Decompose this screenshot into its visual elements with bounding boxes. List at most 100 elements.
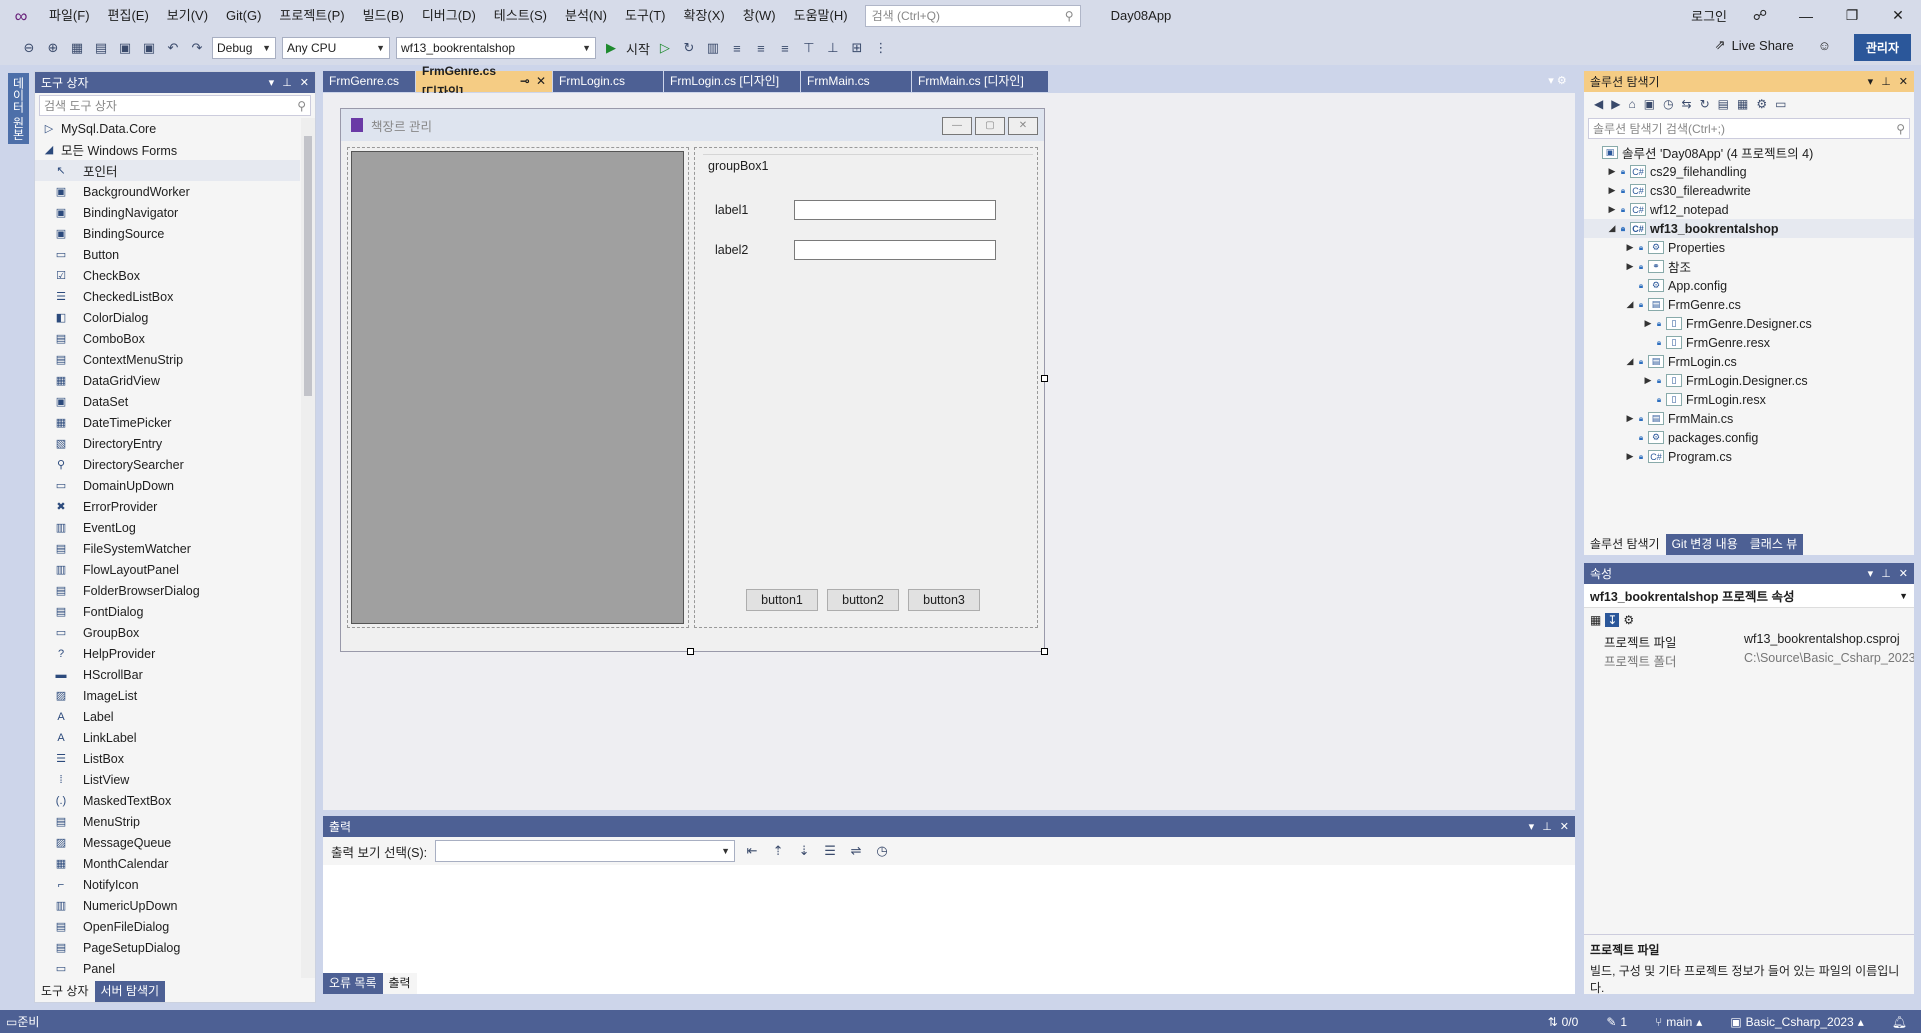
dropdown-icon[interactable]: ▾ (269, 76, 275, 89)
search-box[interactable]: 검색 (Ctrl+Q) ⚲ (864, 4, 1081, 27)
menu-item[interactable]: 파일(F) (40, 0, 99, 31)
restore-button[interactable]: ❐ (1829, 7, 1875, 24)
document-tab[interactable]: FrmMain.cs [디자인] (912, 71, 1048, 92)
startup-project-select[interactable]: wf13_bookrentalshop ▼ (396, 37, 596, 59)
dropdown-icon[interactable]: ▾ (1868, 75, 1874, 88)
solution-node[interactable]: ▶ 🔒︎ ⚙ Properties (1584, 238, 1914, 257)
expand-arrow-icon[interactable]: ▶ (1606, 185, 1618, 196)
toolbox-item[interactable]: ◧ ColorDialog (35, 307, 300, 328)
toolbox-item[interactable]: ▣ BackgroundWorker (35, 181, 300, 202)
button2[interactable]: button2 (827, 589, 899, 611)
menu-item[interactable]: 분석(N) (556, 0, 616, 31)
solution-node[interactable]: 🔒︎ ▯ FrmLogin.resx (1584, 390, 1914, 409)
properties-icon[interactable]: ⚙ (1756, 97, 1767, 111)
align-top-icon[interactable]: ⊤ (800, 39, 818, 57)
textbox2[interactable] (794, 240, 996, 260)
live-share-button[interactable]: ⇗ Live Share ☺ (1715, 37, 1831, 53)
solution-node[interactable]: ▶ 🔒︎ C# cs29_filehandling (1584, 162, 1914, 181)
tab-solution-bottom[interactable]: 클래스 뷰 (1744, 534, 1804, 555)
new-project-icon[interactable]: ▦ (68, 39, 86, 57)
toolbox-item[interactable]: ⚲ DirectorySearcher (35, 454, 300, 475)
sync-icon[interactable]: ⇆ (1682, 97, 1692, 111)
toolbox-item[interactable]: ▥ FlowLayoutPanel (35, 559, 300, 580)
toolbox-item[interactable]: ☰ ListBox (35, 748, 300, 769)
tab-solution-bottom[interactable]: Git 변경 내용 (1666, 534, 1744, 555)
expand-arrow-icon[interactable]: ▶ (1606, 204, 1618, 215)
expand-arrow-icon[interactable]: ▶ (1642, 375, 1654, 386)
expand-arrow-icon[interactable]: ▶ (1624, 451, 1636, 462)
dropdown-icon[interactable]: ▾ (1868, 567, 1874, 580)
forward-icon[interactable]: ⊕ (44, 39, 62, 57)
expand-arrow-icon[interactable]: ◢ (1606, 223, 1618, 234)
expand-arrow-icon[interactable]: ▶ (1606, 166, 1618, 177)
refresh-icon[interactable]: ↻ (1700, 97, 1710, 111)
expand-arrow-icon[interactable]: ◢ (1624, 356, 1636, 367)
collapse-all-icon[interactable]: ▤ (1718, 97, 1729, 111)
categorized-icon[interactable]: ▦ (1590, 613, 1601, 627)
resize-handle-corner[interactable] (1041, 648, 1048, 655)
next-message-icon[interactable]: ⇣ (795, 842, 813, 860)
align-center-icon[interactable]: ≡ (752, 39, 770, 57)
solution-node[interactable]: ◢ 🔒︎ ▤ FrmGenre.cs (1584, 295, 1914, 314)
document-tab[interactable]: FrmLogin.cs (553, 71, 663, 92)
spacing-icon[interactable]: ⋮ (872, 39, 890, 57)
toolbox-group[interactable]: ▷ MySql.Data.Core (35, 118, 300, 139)
start-button-label[interactable]: 시작 (626, 39, 650, 58)
menu-item[interactable]: 보기(V) (158, 0, 217, 31)
document-tab[interactable]: FrmMain.cs (801, 71, 911, 92)
expand-arrow-icon[interactable]: ▶ (1624, 413, 1636, 424)
size-icon[interactable]: ⊞ (848, 39, 866, 57)
property-pages-icon[interactable]: ⚙ (1623, 613, 1634, 627)
account-icon[interactable]: ☍ (1737, 7, 1783, 24)
toolbox-scrollbar[interactable] (301, 118, 315, 978)
solution-node[interactable]: ▶ 🔒︎ ▯ FrmLogin.Designer.cs (1584, 371, 1914, 390)
toolbox-item[interactable]: ▤ ContextMenuStrip (35, 349, 300, 370)
toolbox-item[interactable]: ▣ DataSet (35, 391, 300, 412)
solution-search[interactable]: 솔루션 탐색기 검색(Ctrl+;) ⚲ (1588, 118, 1910, 139)
toolbox-item[interactable]: ? HelpProvider (35, 643, 300, 664)
menu-item[interactable]: 확장(X) (675, 0, 734, 31)
toolbox-item[interactable]: ⁞ ListView (35, 769, 300, 790)
toolbox-item[interactable]: ▤ FolderBrowserDialog (35, 580, 300, 601)
toolbox-item[interactable]: ▥ EventLog (35, 517, 300, 538)
preview-icon[interactable]: ▭ (1775, 97, 1786, 111)
platform-select[interactable]: Any CPU ▼ (282, 37, 390, 59)
hot-reload-icon[interactable]: ↻ (680, 39, 698, 57)
back-icon[interactable]: ◀ (1594, 97, 1603, 111)
resize-handle-right[interactable] (1041, 375, 1048, 382)
minimize-button[interactable]: — (1783, 8, 1829, 24)
toolbox-item[interactable]: ✖ ErrorProvider (35, 496, 300, 517)
toolbox-item[interactable]: ▭ GroupBox (35, 622, 300, 643)
menu-item[interactable]: 도움말(H) (785, 0, 857, 31)
document-tab[interactable]: FrmGenre.cs [디자인] ⊸ ✕ (416, 64, 552, 99)
menu-item[interactable]: Git(G) (217, 0, 270, 31)
solution-node[interactable]: ▶ 🔒︎ ▤ FrmMain.cs (1584, 409, 1914, 428)
feedback-icon[interactable]: ☺ (1818, 38, 1831, 53)
source-control-changes[interactable]: ⇅ 0/0 (1548, 1015, 1579, 1029)
save-all-icon[interactable]: ▣ (140, 39, 158, 57)
toolbox-item[interactable]: ▤ PageSetupDialog (35, 937, 300, 958)
solution-node[interactable]: ◢ 🔒︎ C# wf13_bookrentalshop (1584, 219, 1914, 238)
button1[interactable]: button1 (746, 589, 818, 611)
pin-icon[interactable]: ⊥ (1542, 820, 1552, 833)
split-panel-right[interactable]: groupBox1 label1 label2 button1 button2 … (694, 147, 1038, 628)
pin-icon[interactable]: ⊥ (282, 76, 292, 89)
close-icon[interactable]: ✕ (1899, 567, 1908, 580)
tab-overflow-icon[interactable]: ▾ ⚙ (1540, 71, 1575, 92)
notification-icon[interactable]: 🔔︎ (1892, 1015, 1907, 1029)
menu-item[interactable]: 편집(E) (99, 0, 158, 31)
clock-icon[interactable]: ◷ (873, 842, 891, 860)
pending-edits[interactable]: ✎ 1 (1606, 1015, 1627, 1029)
toolbox-search[interactable]: 검색 도구 상자 ⚲ (39, 95, 311, 116)
expand-arrow-icon[interactable]: ◢ (1624, 299, 1636, 310)
admin-badge[interactable]: 관리자 (1853, 34, 1911, 61)
menu-item[interactable]: 창(W) (734, 0, 785, 31)
toolbox-item[interactable]: A LinkLabel (35, 727, 300, 748)
close-icon[interactable]: ✕ (536, 71, 546, 92)
tab-output-bottom[interactable]: 출력 (382, 973, 417, 994)
button3[interactable]: button3 (908, 589, 980, 611)
toolbox-item[interactable]: ☰ CheckedListBox (35, 286, 300, 307)
solution-node[interactable]: 🔒︎ ⚙ App.config (1584, 276, 1914, 295)
expand-arrow-icon[interactable]: ▶ (1624, 242, 1636, 253)
word-wrap-icon[interactable]: ⇌ (847, 842, 865, 860)
